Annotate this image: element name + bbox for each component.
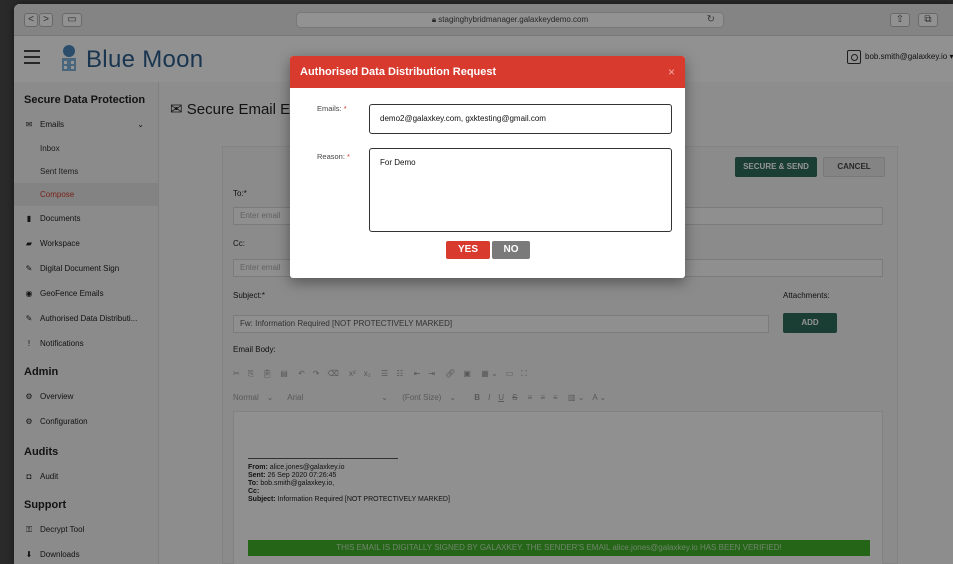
browser-window: < > ▭ 🔒︎ staginghybridmanager.galaxkeyde… [14, 4, 953, 564]
emails-field[interactable]: demo2@galaxkey.com, gxktesting@gmail.com [369, 104, 672, 134]
emails-label: Emails: * [317, 104, 347, 113]
modal-header: Authorised Data Distribution Request × [290, 56, 685, 88]
modal-title: Authorised Data Distribution Request [300, 66, 497, 78]
reason-textarea[interactable]: For Demo [369, 148, 672, 232]
reason-label: Reason: * [317, 152, 350, 161]
emails-label-text: Emails: [317, 104, 342, 113]
close-icon[interactable]: × [668, 56, 675, 88]
required-mark: * [343, 104, 347, 113]
no-button[interactable]: NO [492, 241, 530, 259]
required-mark: * [347, 152, 350, 161]
yes-button[interactable]: YES [446, 241, 490, 259]
authorised-distribution-modal: Authorised Data Distribution Request × E… [290, 56, 685, 278]
modal-backdrop[interactable]: Authorised Data Distribution Request × E… [14, 4, 953, 564]
reason-label-text: Reason: [317, 152, 345, 161]
